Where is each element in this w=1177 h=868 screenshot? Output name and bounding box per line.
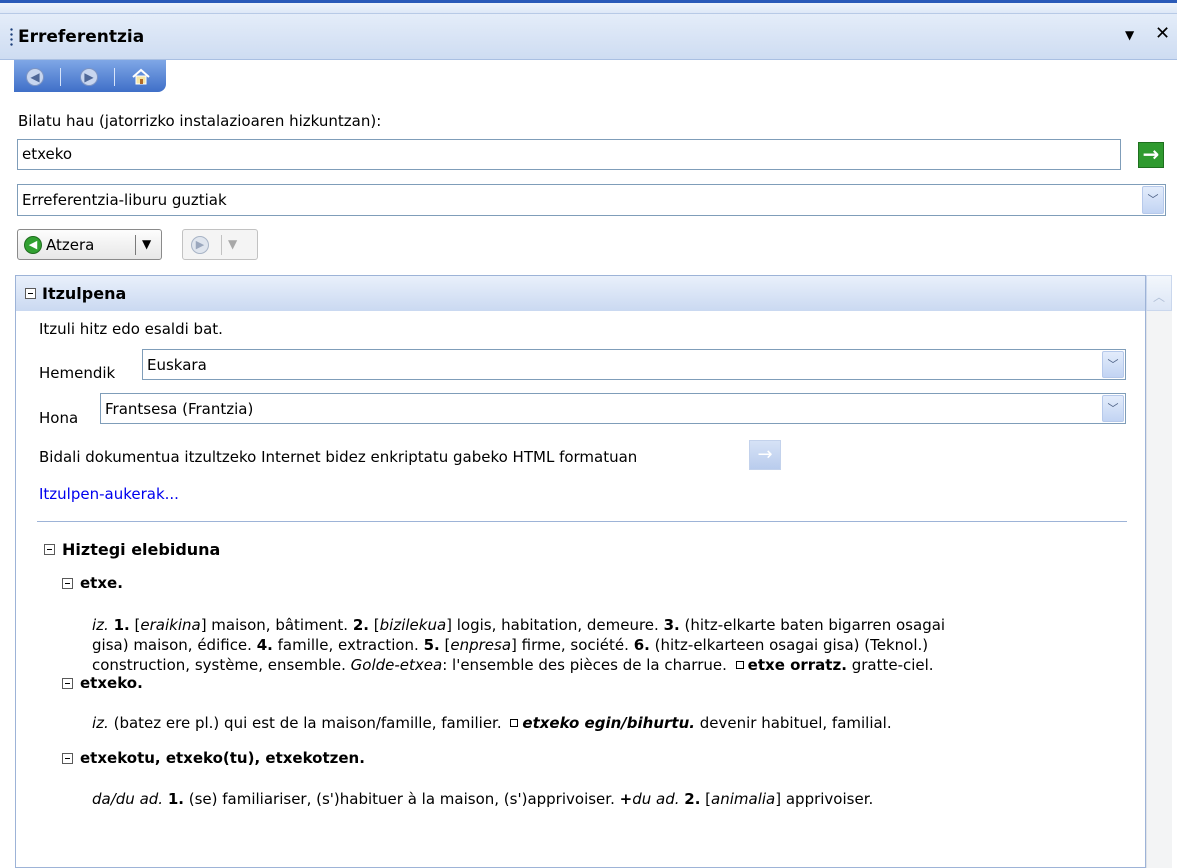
compound-text: gratte-ciel.	[851, 656, 934, 674]
nav-forward-button[interactable]: ▶	[78, 66, 100, 88]
sense-number: 1.	[167, 790, 184, 808]
part-of-speech: iz.	[92, 714, 109, 732]
scroll-up-button[interactable]: ︿	[1146, 275, 1172, 311]
back-button-label: Atzera	[46, 236, 95, 254]
bullet-icon	[510, 719, 519, 727]
button-separator	[135, 235, 136, 255]
part-of-speech: iz.	[92, 616, 109, 634]
nav-back-button[interactable]: ◀	[24, 66, 46, 88]
arrow-right-icon: →	[757, 444, 773, 465]
plus-marker: +	[619, 790, 633, 808]
to-language-value: Frantsesa (Frantzia)	[105, 400, 254, 418]
sense-text: (hitz-elkarteen osagai gisa) (Teknol.)	[654, 636, 929, 654]
sense-text: (se) familiariser, (s')habituer à la mai…	[188, 790, 615, 808]
pane-nav-bar: ◀ ▶	[14, 60, 166, 92]
search-label: Bilatu hau (jatorrizko instalazioaren hi…	[18, 112, 382, 130]
chevron-up-icon: ︿	[1153, 290, 1166, 304]
to-language-select[interactable]: Frantsesa (Frantzia) ﹀	[100, 393, 1126, 424]
part-of-speech: du ad.	[632, 790, 680, 808]
from-language-label: Hemendik	[39, 364, 116, 382]
sense-text: gisa) maison, édifice.	[92, 636, 252, 654]
sense-number: 4.	[256, 636, 273, 654]
reference-source-value: Erreferentzia-liburu guztiak	[22, 191, 227, 209]
back-circle-icon: ◀	[26, 68, 44, 86]
sense-context: bizilekua	[379, 616, 447, 634]
collapse-icon[interactable]	[25, 288, 36, 299]
sense-number: 1.	[113, 616, 130, 634]
send-document-text: Bidali dokumentua itzultzeko Internet bi…	[39, 448, 638, 466]
section-divider	[37, 521, 1127, 522]
sense-number: 6.	[633, 636, 650, 654]
translation-section-title: Itzulpena	[42, 284, 127, 303]
button-separator	[221, 235, 222, 255]
nav-separator	[114, 68, 115, 86]
entry-definition: da/du ad. 1. (se) familiariser, (s')habi…	[92, 790, 874, 808]
forward-circle-icon: ▶	[191, 236, 209, 254]
entry-headword: etxekotu, etxeko(tu), etxekotzen.	[80, 749, 365, 767]
translate-prompt: Itzuli hitz edo esaldi bat.	[39, 320, 223, 338]
send-translate-button[interactable]: →	[749, 440, 781, 470]
close-icon[interactable]: ✕	[1155, 25, 1170, 43]
to-language-label: Hona	[39, 409, 79, 427]
entry-headword: etxe.	[80, 574, 123, 592]
back-history-dropdown-icon[interactable]: ▼	[142, 237, 151, 251]
part-of-speech: da/du ad.	[92, 790, 164, 808]
phrase-term: etxeko egin/bihurtu.	[522, 714, 695, 732]
sense-number: 2.	[684, 790, 701, 808]
chevron-down-icon[interactable]: ﹀	[1102, 395, 1124, 422]
window-top-edge	[0, 0, 1177, 14]
collapse-icon[interactable]	[62, 678, 73, 689]
collapse-icon[interactable]	[44, 544, 55, 555]
search-input[interactable]: etxeko	[17, 139, 1121, 170]
sense-context: enpresa	[450, 636, 512, 654]
pane-titlebar: Erreferentzia ▼ ✕	[0, 14, 1177, 60]
sense-text: ] firme, société.	[511, 636, 629, 654]
example-text: : l'ensemble des pièces de la charrue.	[442, 656, 727, 674]
collapse-icon[interactable]	[62, 753, 73, 764]
sense-text: (batez ere pl.) qui est de la maison/fam…	[113, 714, 502, 732]
back-button[interactable]: ◀ Atzera ▼	[17, 229, 162, 260]
drag-grip-icon[interactable]	[10, 27, 13, 47]
sense-text: famille, extraction.	[277, 636, 419, 654]
back-circle-icon: ◀	[24, 236, 42, 254]
nav-home-button[interactable]	[130, 66, 152, 88]
from-language-select[interactable]: Euskara ﹀	[142, 349, 1126, 380]
sense-text: (hitz-elkarte baten bigarren osagai	[684, 616, 946, 634]
entry-definition: iz. 1. [eraikina] maison, bâtiment. 2. […	[92, 616, 946, 674]
sense-text: construction, système, ensemble.	[92, 656, 346, 674]
sense-context: eraikina	[140, 616, 201, 634]
from-language-value: Euskara	[147, 356, 207, 374]
sense-text: ] logis, habitation, demeure.	[446, 616, 659, 634]
dictionary-section-title: Hiztegi elebiduna	[62, 540, 221, 559]
translation-options-link[interactable]: Itzulpen-aukerak...	[39, 485, 179, 503]
sense-number: 5.	[423, 636, 440, 654]
home-icon	[132, 68, 150, 85]
entry-headword: etxeko.	[80, 674, 143, 692]
sense-text: devenir habituel, familial.	[699, 714, 892, 732]
chevron-down-icon[interactable]: ﹀	[1102, 351, 1124, 378]
sense-number: 2.	[352, 616, 369, 634]
scrollbar-track[interactable]	[1146, 311, 1172, 868]
bullet-icon	[735, 661, 744, 669]
compound-term: etxe orratz.	[747, 656, 847, 674]
sense-text: ] maison, bâtiment.	[200, 616, 349, 634]
pane-menu-icon[interactable]: ▼	[1125, 28, 1134, 42]
collapse-icon[interactable]	[62, 578, 73, 589]
sense-context: animalia	[711, 790, 776, 808]
reference-source-select[interactable]: Erreferentzia-liburu guztiak ﹀	[17, 184, 1166, 216]
translation-section-header[interactable]: Itzulpena	[16, 276, 1145, 311]
window-accent-bar	[0, 0, 1177, 3]
sense-text: ] apprivoiser.	[775, 790, 874, 808]
pane-title: Erreferentzia	[18, 27, 145, 47]
entry-definition: iz. (batez ere pl.) qui est de la maison…	[92, 713, 1092, 733]
chevron-down-icon[interactable]: ﹀	[1142, 186, 1164, 214]
forward-circle-icon: ▶	[80, 68, 98, 86]
forward-history-dropdown-icon[interactable]: ▼	[228, 237, 237, 251]
nav-separator	[60, 68, 61, 86]
sense-number: 3.	[663, 616, 680, 634]
example-term: Golde-etxea	[350, 656, 443, 674]
forward-button[interactable]: ▶ ▼	[182, 229, 258, 260]
search-go-button[interactable]: →	[1138, 142, 1164, 168]
arrow-right-icon: →	[1142, 142, 1160, 166]
